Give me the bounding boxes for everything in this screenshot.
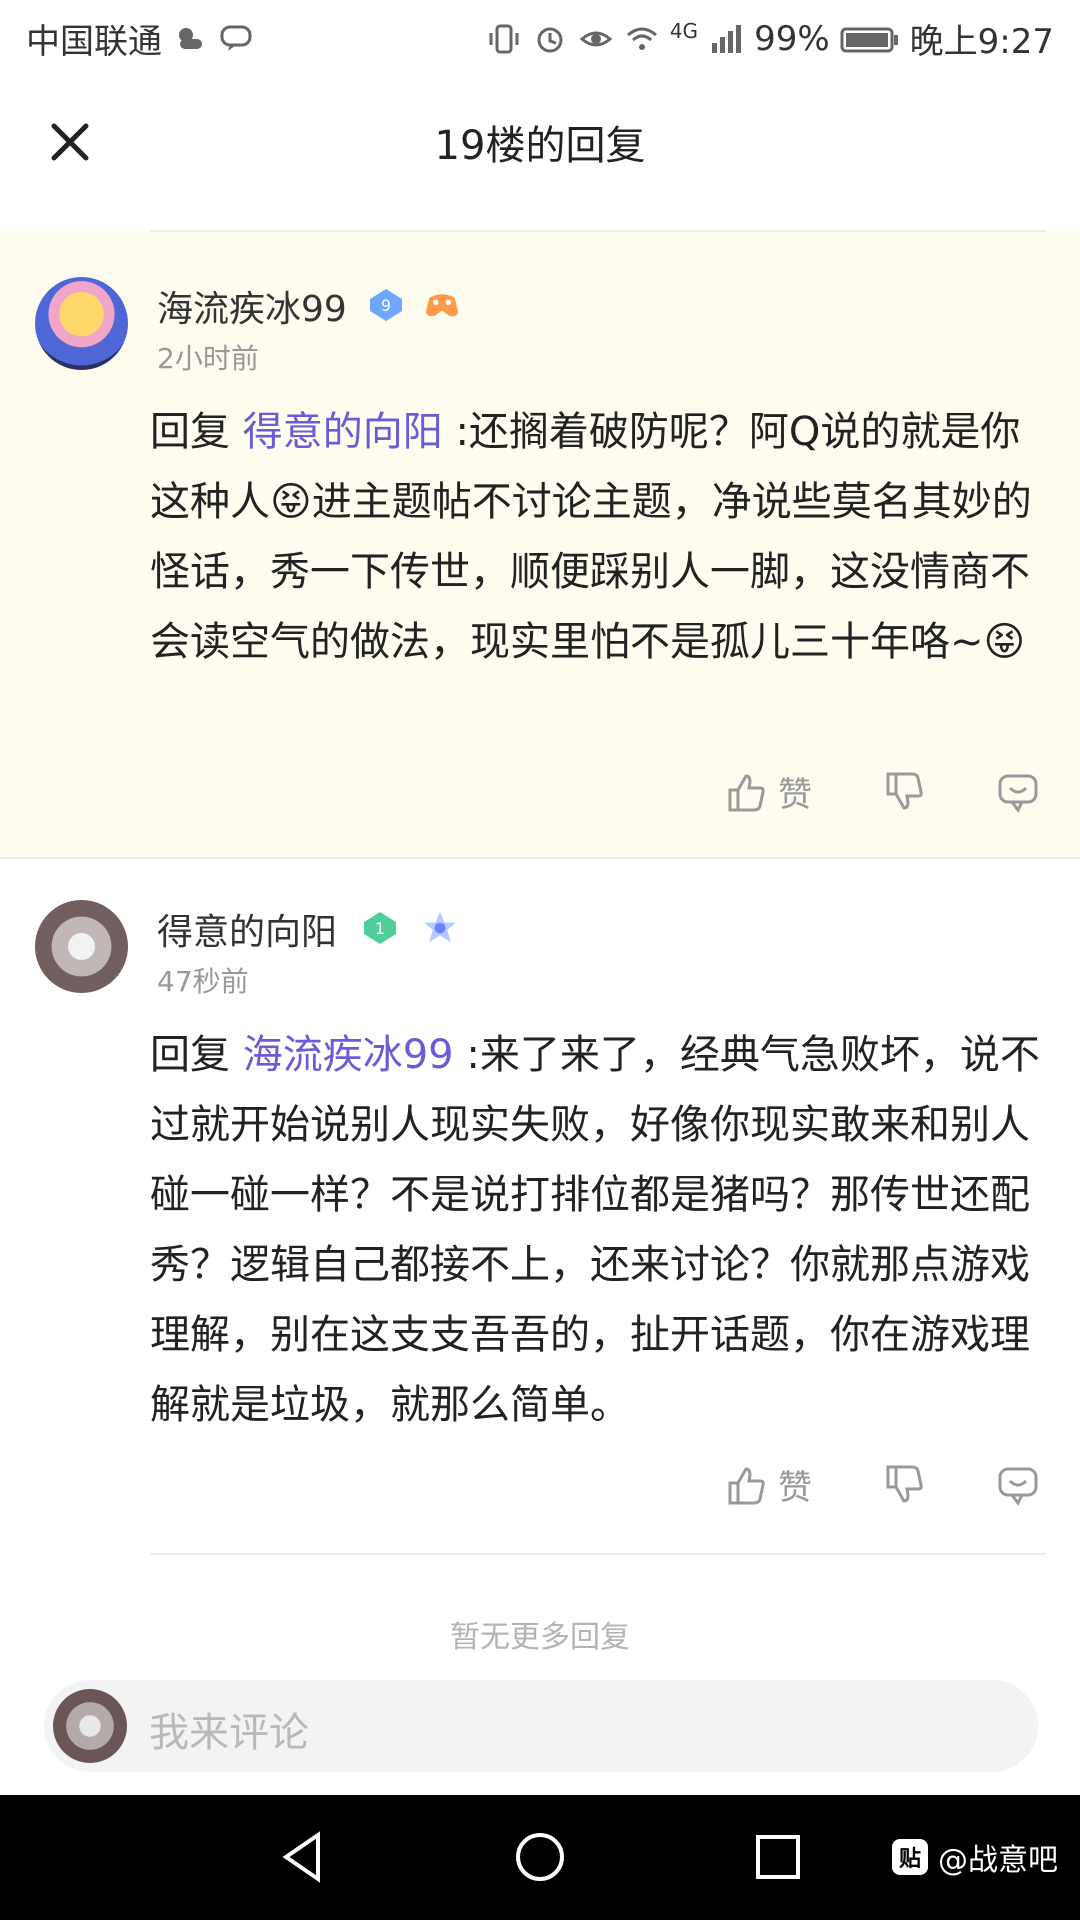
- clock-time: 晚上9:27: [909, 22, 1054, 62]
- username[interactable]: 海流疾冰99: [157, 280, 347, 332]
- eye-comfort-icon: [578, 21, 614, 57]
- recents-square-icon: [756, 1835, 800, 1879]
- tieba-logo-icon: 贴: [892, 1839, 928, 1875]
- alarm-icon: [532, 21, 568, 57]
- post-time: 47秒前: [157, 965, 249, 998]
- post-time: 2小时前: [157, 342, 259, 375]
- thumb-up-icon: [728, 1466, 765, 1504]
- status-bar: 中国联通 4G 99% 晚上9:27: [0, 0, 1080, 75]
- like-button[interactable]: 赞: [724, 767, 812, 816]
- battery-percent: 99%: [754, 18, 830, 59]
- reply-content: 回复 得意的向阳 :还搁着破防呢？阿Q说的就是你这种人😝进主题帖不讨论主题，净说…: [150, 397, 1050, 677]
- thumb-up-icon: [728, 773, 765, 811]
- dislike-button[interactable]: [882, 770, 926, 814]
- wifi-icon: [624, 21, 660, 57]
- avatar[interactable]: [35, 900, 128, 993]
- reply-content: 回复 海流疾冰99 :来了来了，经典气急败坏，说不过就开始说别人现实失败，好像你…: [150, 1020, 1050, 1440]
- like-label: 赞: [778, 1468, 812, 1508]
- reply-actions: 赞: [724, 767, 1040, 816]
- svg-text:9: 9: [381, 296, 391, 315]
- comment-button[interactable]: [996, 1463, 1040, 1507]
- watermark-text: @战意吧: [938, 1843, 1058, 1878]
- avatar[interactable]: [35, 277, 128, 370]
- star-badge-icon: [422, 910, 458, 946]
- reply-prefix: 回复: [150, 1032, 230, 1078]
- reply-item: 海流疾冰99 9 2小时前 回复 得意的向阳 :还搁着破防呢？阿Q说的就是你这种…: [0, 232, 1080, 857]
- reply-divider: [0, 857, 1080, 859]
- signal-icon: [708, 21, 744, 57]
- reply-prefix: 回复: [150, 409, 230, 455]
- avatar: [53, 1689, 127, 1763]
- reply-to-user-link[interactable]: 海流疾冰99: [243, 1032, 454, 1078]
- bottom-divider: [150, 1553, 1046, 1555]
- level-badge: 1: [362, 910, 398, 946]
- reply-actions: 赞: [724, 1460, 1040, 1509]
- comment-input[interactable]: 我来评论: [44, 1680, 1038, 1772]
- chat-icon: [218, 21, 254, 57]
- vibrate-icon: [486, 21, 522, 57]
- home-circle-icon: [516, 1833, 564, 1881]
- recents-button[interactable]: [748, 1827, 808, 1887]
- carrier-label: 中国联通: [26, 22, 162, 62]
- no-more-replies: 暂无更多回复: [450, 1620, 630, 1655]
- page-header: 19楼的回复: [0, 75, 1080, 195]
- level-badge: 9: [368, 287, 404, 323]
- network-label: 4G: [669, 18, 699, 43]
- game-controller-icon: [424, 287, 460, 323]
- comment-placeholder: 我来评论: [149, 1710, 309, 1756]
- watermark: 贴 @战意吧: [892, 1835, 1058, 1879]
- comment-icon: [998, 1467, 1038, 1506]
- page-title: 19楼的回复: [434, 123, 646, 169]
- thumb-down-icon: [886, 1465, 923, 1503]
- svg-text:1: 1: [375, 919, 385, 938]
- thumb-down-icon: [886, 772, 923, 810]
- reply-text: :来了来了，经典气急败坏，说不过就开始说别人现实失败，好像你现实敢来和别人碰一碰…: [150, 1032, 1040, 1428]
- weather-icon: [172, 21, 208, 57]
- comment-icon: [998, 774, 1038, 813]
- battery-icon: [840, 21, 900, 57]
- like-label: 赞: [778, 775, 812, 815]
- home-button[interactable]: [510, 1827, 570, 1887]
- like-button[interactable]: 赞: [724, 1460, 812, 1509]
- back-triangle-icon: [282, 1831, 320, 1883]
- navigation-bar: 贴 @战意吧: [0, 1795, 1080, 1920]
- username[interactable]: 得意的向阳: [157, 903, 337, 955]
- reply-to-user-link[interactable]: 得意的向阳: [243, 409, 443, 455]
- comment-button[interactable]: [996, 770, 1040, 814]
- dislike-button[interactable]: [882, 1463, 926, 1507]
- reply-item: 得意的向阳 1 47秒前 回复 海流疾冰99 :来了来了，经典气急败坏，说不过就…: [0, 860, 1080, 1550]
- back-button[interactable]: [272, 1827, 332, 1887]
